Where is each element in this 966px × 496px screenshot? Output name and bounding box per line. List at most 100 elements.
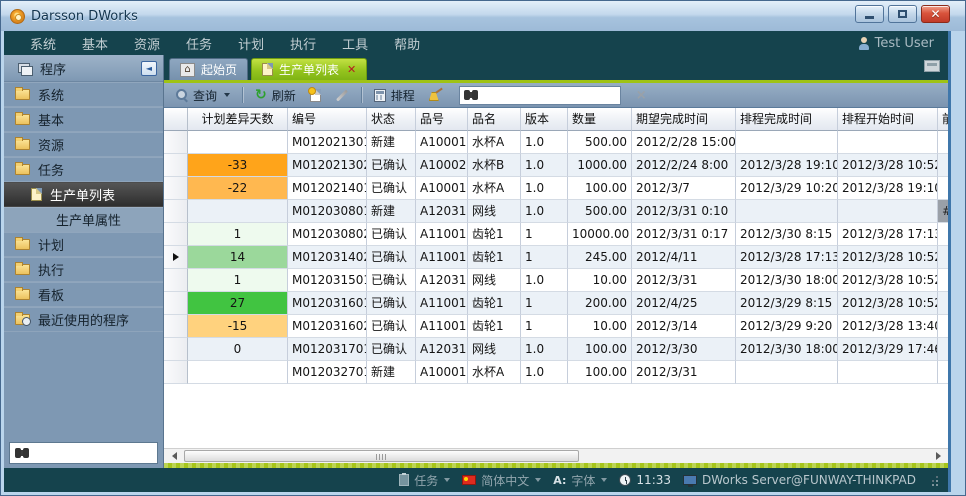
column-header[interactable]: 状态	[367, 108, 416, 131]
table-cell	[188, 200, 288, 223]
column-header[interactable]: 品名	[468, 108, 521, 131]
scroll-right-arrow-icon[interactable]	[930, 449, 946, 463]
column-header[interactable]: 排程完成时间	[736, 108, 838, 131]
column-header[interactable]: 期望完成时间	[632, 108, 736, 131]
schedule-button[interactable]: 排程	[370, 85, 419, 106]
sidebar-item[interactable]: 计划	[4, 232, 163, 257]
row-selector[interactable]	[164, 315, 188, 338]
horizontal-scrollbar[interactable]	[164, 448, 948, 463]
home-icon: ⌂	[180, 63, 195, 77]
sidebar-item[interactable]: 生产单属性	[4, 207, 163, 232]
menu-item[interactable]: 执行	[277, 34, 329, 53]
tab-active[interactable]: 生产单列表✕	[251, 58, 367, 80]
status-font-menu[interactable]: A: 字体	[553, 472, 607, 489]
table-row[interactable]: M012021301新建A10001水杯A1.0500.002012/2/28 …	[164, 131, 948, 154]
refresh-button[interactable]: ↻ 刷新	[251, 85, 300, 106]
column-header[interactable]: 计划差异天数	[188, 108, 288, 131]
sidebar-collapse-button[interactable]: ◄	[141, 61, 157, 76]
row-selector[interactable]	[164, 154, 188, 177]
tab-close-icon[interactable]: ✕	[347, 64, 356, 75]
row-selector[interactable]	[164, 246, 188, 269]
column-header[interactable]: 品号	[416, 108, 468, 131]
font-dropdown-caret-icon[interactable]	[601, 478, 607, 482]
row-selector[interactable]	[164, 292, 188, 315]
status-language-menu[interactable]: 简体中文	[462, 472, 541, 489]
menu-item[interactable]: 计划	[225, 34, 277, 53]
row-selector[interactable]	[164, 200, 188, 223]
menu-bar: 系统基本资源任务计划执行工具帮助 Test User	[4, 31, 948, 55]
column-header[interactable]: 数量	[568, 108, 632, 131]
language-dropdown-caret-icon[interactable]	[535, 478, 541, 482]
edit-button[interactable]	[331, 92, 353, 99]
table-row[interactable]: M012030801新建A12031网线1.0500.002012/3/31 0…	[164, 200, 948, 223]
binoculars-icon	[464, 90, 478, 100]
column-header[interactable]: 排程开始时间	[838, 108, 938, 131]
close-button[interactable]: ✕	[921, 5, 950, 23]
clean-button[interactable]	[425, 86, 447, 104]
menu-item[interactable]: 资源	[121, 34, 173, 53]
query-button[interactable]: 查询	[172, 85, 234, 106]
pencil-icon	[336, 89, 348, 101]
column-header[interactable]: 版本	[521, 108, 568, 131]
table-cell: 1000.00	[568, 154, 632, 177]
restore-button[interactable]	[888, 5, 917, 23]
tab-inactive[interactable]: ⌂起始页	[169, 58, 248, 80]
query-dropdown-caret-icon[interactable]	[224, 93, 230, 97]
row-selector[interactable]	[164, 223, 188, 246]
sidebar-item[interactable]: 执行	[4, 257, 163, 282]
status-task-menu[interactable]: 任务	[399, 472, 450, 489]
table-cell: 1	[521, 223, 568, 246]
table-cell: 水杯A	[468, 361, 521, 384]
column-header[interactable]: 前	[938, 108, 948, 131]
sidebar-item[interactable]: 资源	[4, 132, 163, 157]
document-icon	[262, 63, 273, 76]
table-row[interactable]: -33M012021302已确认A10002水杯B1.01000.002012/…	[164, 154, 948, 177]
sidebar-item[interactable]: 系统	[4, 82, 163, 107]
window-title: Darsson DWorks	[31, 9, 138, 24]
table-row[interactable]: -15M012031602已确认A11001齿轮1110.002012/3/14…	[164, 315, 948, 338]
table-row[interactable]: 27M012031601已确认A11001齿轮11200.002012/4/25…	[164, 292, 948, 315]
menu-item[interactable]: 任务	[173, 34, 225, 53]
table-cell	[938, 361, 948, 384]
title-bar[interactable]: Darsson DWorks ✕	[1, 1, 966, 31]
menu-item[interactable]: 帮助	[381, 34, 433, 53]
table-cell: A11001	[416, 292, 468, 315]
table-cell: 2012/3/28 19:10	[838, 177, 938, 200]
row-selector[interactable]	[164, 338, 188, 361]
menu-item[interactable]: 工具	[329, 34, 381, 53]
table-row[interactable]: 1M012031501已确认A12031网线1.010.002012/3/312…	[164, 269, 948, 292]
task-dropdown-caret-icon[interactable]	[444, 478, 450, 482]
minimize-button[interactable]	[855, 5, 884, 23]
table-row[interactable]: -22M012021401已确认A10001水杯A1.0100.002012/3…	[164, 177, 948, 200]
sidebar-item[interactable]: 看板	[4, 282, 163, 307]
table-cell: 2012/3/31 0:17	[632, 223, 736, 246]
toolbar-search-input[interactable]	[478, 88, 636, 103]
table-row[interactable]: 14M012031402已确认A11001齿轮11245.002012/4/11…	[164, 246, 948, 269]
menu-item[interactable]: 基本	[69, 34, 121, 53]
sidebar-item[interactable]: 最近使用的程序	[4, 307, 163, 332]
row-selector[interactable]	[164, 177, 188, 200]
current-row-marker-icon	[173, 253, 179, 261]
scrollbar-thumb[interactable]	[184, 450, 579, 462]
scroll-left-arrow-icon[interactable]	[166, 449, 182, 463]
table-cell: 网线	[468, 269, 521, 292]
sidebar-item[interactable]: 基本	[4, 107, 163, 132]
window-list-icon[interactable]	[924, 60, 940, 72]
menu-item[interactable]: 系统	[17, 34, 69, 53]
sidebar-item-selected[interactable]: 生产单列表	[4, 182, 163, 207]
toolbar-search-clear-icon[interactable]: ×	[636, 89, 647, 102]
table-cell	[188, 361, 288, 384]
table-row[interactable]: 1M012030802已确认A11001齿轮1110000.002012/3/3…	[164, 223, 948, 246]
table-row[interactable]: M012032701新建A10001水杯A1.0100.002012/3/31	[164, 361, 948, 384]
row-selector[interactable]	[164, 269, 188, 292]
table-cell: M012021401	[288, 177, 367, 200]
resize-grip[interactable]	[930, 474, 938, 486]
column-header[interactable]: 编号	[288, 108, 367, 131]
row-selector[interactable]	[164, 131, 188, 154]
user-area[interactable]: Test User	[858, 36, 948, 51]
table-row[interactable]: 0M012031701已确认A12031网线1.0100.002012/3/30…	[164, 338, 948, 361]
row-selector[interactable]	[164, 361, 188, 384]
sidebar-item[interactable]: 任务	[4, 157, 163, 182]
new-button[interactable]	[306, 87, 325, 104]
table-cell: A11001	[416, 315, 468, 338]
